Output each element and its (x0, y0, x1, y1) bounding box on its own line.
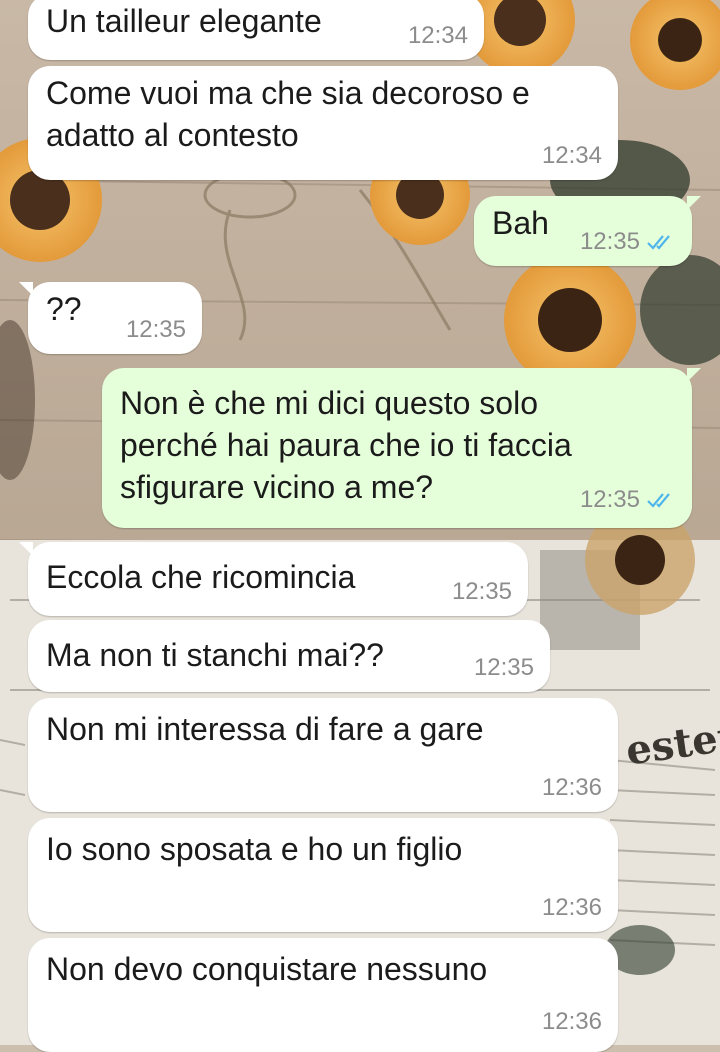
chat-message-list[interactable]: Un tailleur elegante 12:34 Come vuoi ma … (0, 0, 720, 1052)
message-meta: 12:35 (452, 578, 512, 606)
message-time: 12:34 (541, 142, 602, 169)
message-text: Come vuoi ma che sia decoroso e adatto a… (46, 75, 530, 153)
message-incoming[interactable]: Un tailleur elegante 12:34 (28, 0, 484, 60)
message-incoming[interactable]: ?? 12:35 (19, 282, 202, 354)
message-time: 12:36 (541, 894, 602, 921)
message-incoming[interactable]: Come vuoi ma che sia decoroso e adatto a… (28, 66, 618, 180)
message-meta: 12:36 (542, 774, 602, 802)
message-time: 12:35 (473, 654, 534, 681)
read-ticks-icon (647, 235, 670, 250)
message-outgoing[interactable]: Bah 12:35 (474, 196, 701, 266)
message-outgoing[interactable]: Non è che mi dici questo solo perché hai… (102, 368, 701, 528)
message-time: 12:35 (579, 228, 640, 255)
message-time: 12:35 (125, 316, 186, 343)
message-meta: 12:35 (580, 486, 676, 514)
message-text: Ma non ti stanchi mai?? (46, 637, 384, 673)
message-text: Un tailleur elegante (46, 3, 322, 39)
message-time: 12:34 (407, 22, 468, 49)
message-incoming[interactable]: Eccola che ricomincia 12:35 (19, 542, 528, 616)
message-incoming[interactable]: Io sono sposata e ho un figlio 12:36 (28, 818, 618, 932)
message-meta: 12:35 (580, 228, 676, 256)
message-time: 12:36 (541, 774, 602, 801)
message-meta: 12:36 (542, 1008, 602, 1036)
message-time: 12:35 (579, 486, 640, 513)
message-text: Io sono sposata e ho un figlio (46, 831, 463, 867)
message-text: Eccola che ricomincia (46, 559, 356, 595)
message-incoming[interactable]: Ma non ti stanchi mai?? 12:35 (28, 620, 550, 692)
message-time: 12:36 (541, 1008, 602, 1035)
message-time: 12:35 (451, 578, 512, 605)
message-meta: 12:35 (474, 654, 534, 682)
read-ticks-icon (647, 493, 670, 508)
message-text: Non devo conquistare nessuno (46, 951, 488, 987)
message-meta: 12:36 (542, 894, 602, 922)
message-text: Non mi interessa di fare a gare (46, 711, 484, 747)
message-meta: 12:35 (126, 316, 186, 344)
message-incoming[interactable]: Non devo conquistare nessuno 12:36 (28, 938, 618, 1052)
message-incoming[interactable]: Non mi interessa di fare a gare 12:36 (28, 698, 618, 812)
message-meta: 12:34 (408, 22, 468, 50)
message-meta: 12:34 (542, 142, 602, 170)
